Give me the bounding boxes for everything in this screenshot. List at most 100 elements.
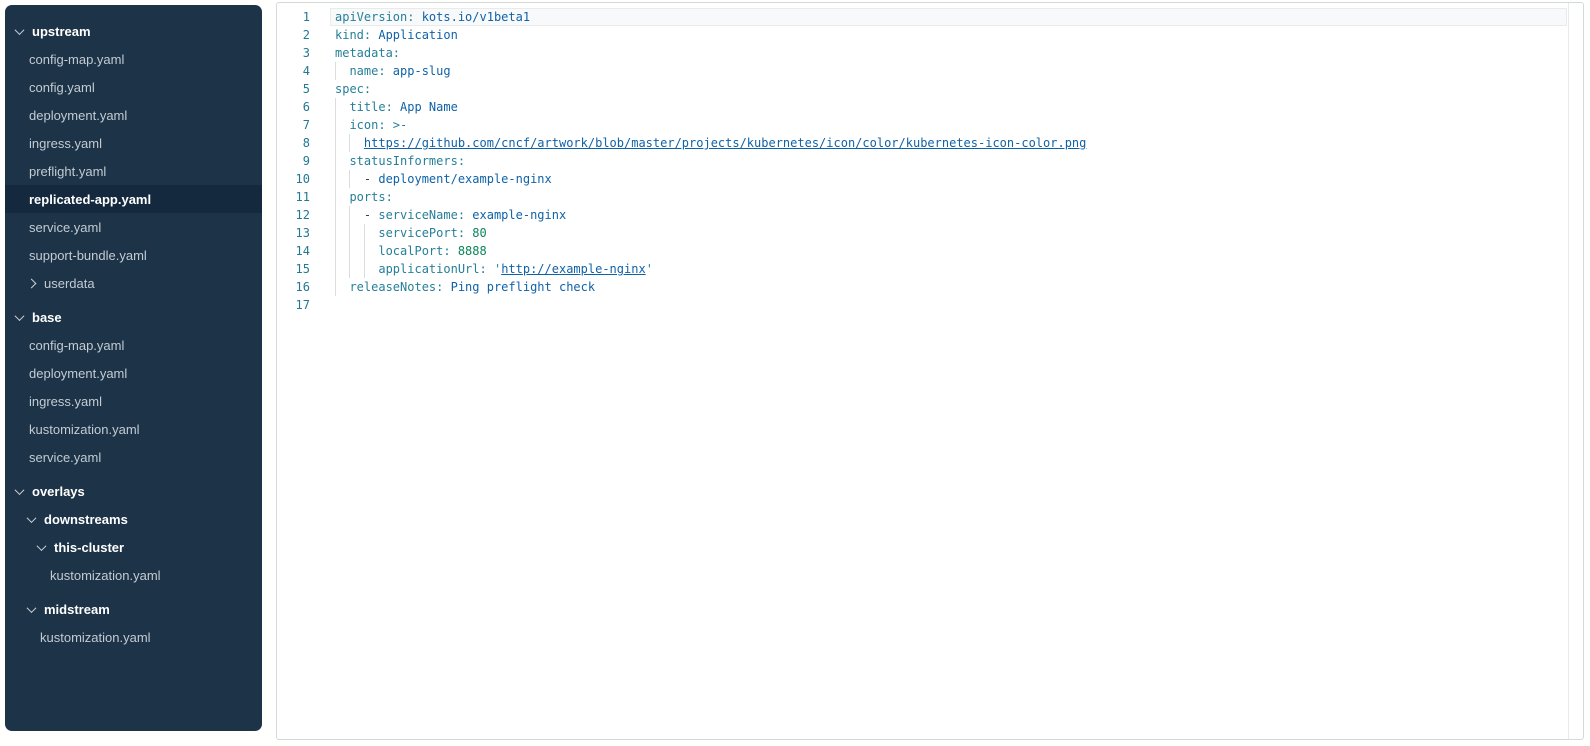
chevron-right-icon: [27, 278, 37, 288]
chevron-down-icon: [37, 541, 47, 551]
sidebar-item-label: kustomization.yaml: [29, 422, 140, 437]
line-number: 16: [277, 278, 310, 296]
indent-guide: [349, 134, 350, 152]
sidebar-item-label: replicated-app.yaml: [29, 192, 151, 207]
code-line[interactable]: apiVersion: kots.io/v1beta1: [335, 8, 1567, 26]
line-number: 4: [277, 62, 310, 80]
indent-guide: [364, 224, 365, 242]
sidebar-item-label: upstream: [32, 24, 91, 39]
sidebar-item-config-map-yaml[interactable]: config-map.yaml: [5, 331, 262, 359]
code-token: icon: >-: [335, 118, 407, 132]
sidebar-item-replicated-app-yaml[interactable]: replicated-app.yaml: [5, 185, 262, 213]
code-line[interactable]: spec:: [335, 80, 1567, 98]
indent-guide: [335, 224, 336, 242]
sidebar-item-deployment-yaml[interactable]: deployment.yaml: [5, 101, 262, 129]
sidebar-item-ingress-yaml[interactable]: ingress.yaml: [5, 129, 262, 157]
sidebar-item-upstream[interactable]: upstream: [5, 17, 262, 45]
sidebar-item-config-yaml[interactable]: config.yaml: [5, 73, 262, 101]
line-number: 5: [277, 80, 310, 98]
code-token: spec:: [335, 82, 371, 96]
code-token: applicationUrl:: [335, 262, 494, 276]
code-area[interactable]: apiVersion: kots.io/v1beta1kind: Applica…: [335, 8, 1567, 314]
sidebar-item-service-yaml[interactable]: service.yaml: [5, 213, 262, 241]
sidebar-item-base[interactable]: base: [5, 303, 262, 331]
line-number: 6: [277, 98, 310, 116]
code-token: App Name: [400, 100, 458, 114]
code-token: ': [646, 262, 653, 276]
sidebar-item-kustomization-yaml[interactable]: kustomization.yaml: [5, 561, 262, 589]
code-token: Ping preflight check: [451, 280, 596, 294]
scrollbar-track-divider: [1568, 3, 1569, 739]
code-token: serviceName:: [378, 208, 472, 222]
sidebar-item-label: deployment.yaml: [29, 108, 127, 123]
chevron-down-icon: [15, 311, 25, 321]
sidebar-item-label: downstreams: [44, 512, 128, 527]
file-tree-sidebar: upstream config-map.yaml config.yaml deploy…: [5, 5, 262, 731]
code-line[interactable]: statusInformers:: [335, 152, 1567, 170]
sidebar-item-ingress-yaml[interactable]: ingress.yaml: [5, 387, 262, 415]
sidebar-item-label: base: [32, 310, 62, 325]
sidebar-item-config-map-yaml[interactable]: config-map.yaml: [5, 45, 262, 73]
code-token: metadata:: [335, 46, 400, 60]
code-line[interactable]: title: App Name: [335, 98, 1567, 116]
code-token: ports:: [335, 190, 393, 204]
indent-guide: [335, 98, 336, 116]
code-link[interactable]: https://github.com/cncf/artwork/blob/mas…: [364, 136, 1086, 150]
code-line[interactable]: icon: >-: [335, 116, 1567, 134]
sidebar-item-this-cluster[interactable]: this-cluster: [5, 533, 262, 561]
code-token: kots.io/v1beta1: [422, 10, 530, 24]
code-token: Application: [378, 28, 457, 42]
code-link[interactable]: http://example-nginx: [501, 262, 646, 276]
sidebar-item-service-yaml[interactable]: service.yaml: [5, 443, 262, 471]
sidebar-item-label: config-map.yaml: [29, 52, 124, 67]
indent-guide: [335, 242, 336, 260]
indent-guide: [349, 170, 350, 188]
indent-guide: [335, 206, 336, 224]
sidebar-item-deployment-yaml[interactable]: deployment.yaml: [5, 359, 262, 387]
indent-guide: [335, 62, 336, 80]
line-number: 7: [277, 116, 310, 134]
code-line[interactable]: servicePort: 80: [335, 224, 1567, 242]
sidebar-item-downstreams[interactable]: downstreams: [5, 505, 262, 533]
code-token: -: [335, 208, 378, 222]
code-line[interactable]: localPort: 8888: [335, 242, 1567, 260]
sidebar-item-label: ingress.yaml: [29, 394, 102, 409]
code-token: localPort:: [335, 244, 458, 258]
sidebar-item-kustomization-yaml[interactable]: kustomization.yaml: [5, 623, 262, 651]
sidebar-item-label: midstream: [44, 602, 110, 617]
indent-guide: [364, 242, 365, 260]
chevron-down-icon: [27, 513, 37, 523]
sidebar-item-label: support-bundle.yaml: [29, 248, 147, 263]
code-line[interactable]: [335, 296, 1567, 314]
code-token: name:: [335, 64, 393, 78]
code-line[interactable]: - serviceName: example-nginx: [335, 206, 1567, 224]
line-number: 14: [277, 242, 310, 260]
indent-guide: [349, 242, 350, 260]
indent-guide: [335, 152, 336, 170]
code-line[interactable]: - deployment/example-nginx: [335, 170, 1567, 188]
code-line[interactable]: metadata:: [335, 44, 1567, 62]
sidebar-item-userdata[interactable]: userdata: [5, 269, 262, 297]
line-number: 1: [277, 8, 310, 26]
line-number: 11: [277, 188, 310, 206]
sidebar-item-support-bundle-yaml[interactable]: support-bundle.yaml: [5, 241, 262, 269]
indent-guide: [349, 260, 350, 278]
sidebar-item-midstream[interactable]: midstream: [5, 595, 262, 623]
indent-guide: [335, 188, 336, 206]
code-line[interactable]: https://github.com/cncf/artwork/blob/mas…: [335, 134, 1567, 152]
code-line[interactable]: name: app-slug: [335, 62, 1567, 80]
code-line[interactable]: kind: Application: [335, 26, 1567, 44]
chevron-down-icon: [27, 603, 37, 613]
code-line[interactable]: releaseNotes: Ping preflight check: [335, 278, 1567, 296]
code-line[interactable]: ports:: [335, 188, 1567, 206]
indent-guide: [335, 260, 336, 278]
code-line[interactable]: applicationUrl: 'http://example-nginx': [335, 260, 1567, 278]
sidebar-item-label: kustomization.yaml: [40, 630, 151, 645]
sidebar-item-kustomization-yaml[interactable]: kustomization.yaml: [5, 415, 262, 443]
sidebar-item-preflight-yaml[interactable]: preflight.yaml: [5, 157, 262, 185]
code-editor[interactable]: 1234567891011121314151617 apiVersion: ko…: [276, 2, 1584, 740]
sidebar-item-label: service.yaml: [29, 220, 101, 235]
code-token: statusInformers:: [335, 154, 465, 168]
sidebar-item-overlays[interactable]: overlays: [5, 477, 262, 505]
sidebar-item-label: config-map.yaml: [29, 338, 124, 353]
